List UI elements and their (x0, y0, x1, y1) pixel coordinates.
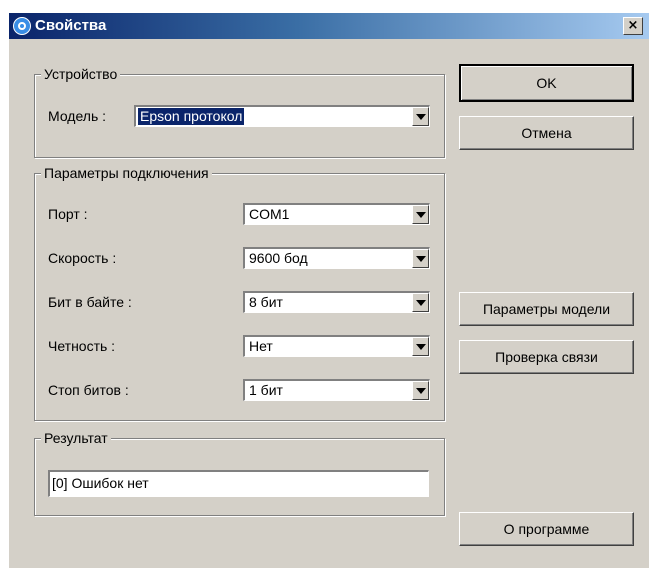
chevron-down-icon (416, 256, 426, 262)
stop-bits-value: 1 бит (249, 382, 283, 398)
speed-value: 9600 бод (249, 250, 308, 266)
parity-select[interactable]: Нет (243, 335, 430, 357)
chevron-down-icon (416, 300, 426, 306)
model-value: Epson протокол (138, 108, 245, 125)
device-group-label: Устройство (41, 65, 121, 83)
speed-select[interactable]: 9600 бод (243, 247, 430, 269)
stop-bits-dropdown-button[interactable] (412, 381, 429, 400)
result-field: [0] Ошибок нет (48, 470, 429, 497)
data-bits-select[interactable]: 8 бит (243, 291, 430, 313)
check-connection-button[interactable]: Проверка связи (459, 340, 634, 374)
parity-dropdown-button[interactable] (412, 337, 429, 356)
data-bits-value: 8 бит (249, 294, 283, 310)
window-title: Свойства (35, 17, 107, 34)
about-button[interactable]: О программе (459, 512, 634, 546)
chevron-down-icon (416, 114, 426, 120)
model-params-button[interactable]: Параметры модели (459, 292, 634, 326)
port-dropdown-button[interactable] (412, 205, 429, 224)
chevron-down-icon (416, 212, 426, 218)
cancel-button[interactable]: Отмена (459, 116, 634, 150)
stop-bits-select[interactable]: 1 бит (243, 379, 430, 401)
title-bar[interactable]: Свойства × (9, 13, 649, 39)
stop-bits-label: Стоп битов : (48, 382, 129, 398)
data-bits-dropdown-button[interactable] (412, 293, 429, 312)
chevron-down-icon (416, 344, 426, 350)
port-value: COM1 (249, 206, 290, 222)
speed-label: Скорость : (48, 250, 117, 266)
settings-icon (13, 17, 31, 35)
model-select[interactable]: Epson протокол (134, 105, 430, 127)
close-button[interactable]: × (623, 17, 643, 35)
chevron-down-icon (416, 388, 426, 394)
port-label: Порт : (48, 206, 88, 222)
result-group-label: Результат (41, 429, 111, 447)
parity-label: Четность : (48, 338, 116, 354)
parity-value: Нет (249, 338, 273, 354)
data-bits-label: Бит в байте : (48, 294, 132, 310)
port-select[interactable]: COM1 (243, 203, 430, 225)
connection-group-label: Параметры подключения (41, 164, 212, 182)
properties-dialog: Свойства × Устройство Модель : Epson про… (8, 12, 649, 568)
speed-dropdown-button[interactable] (412, 249, 429, 268)
model-label: Модель : (48, 108, 107, 124)
model-dropdown-button[interactable] (412, 107, 429, 126)
ok-button[interactable]: OK (459, 64, 634, 102)
